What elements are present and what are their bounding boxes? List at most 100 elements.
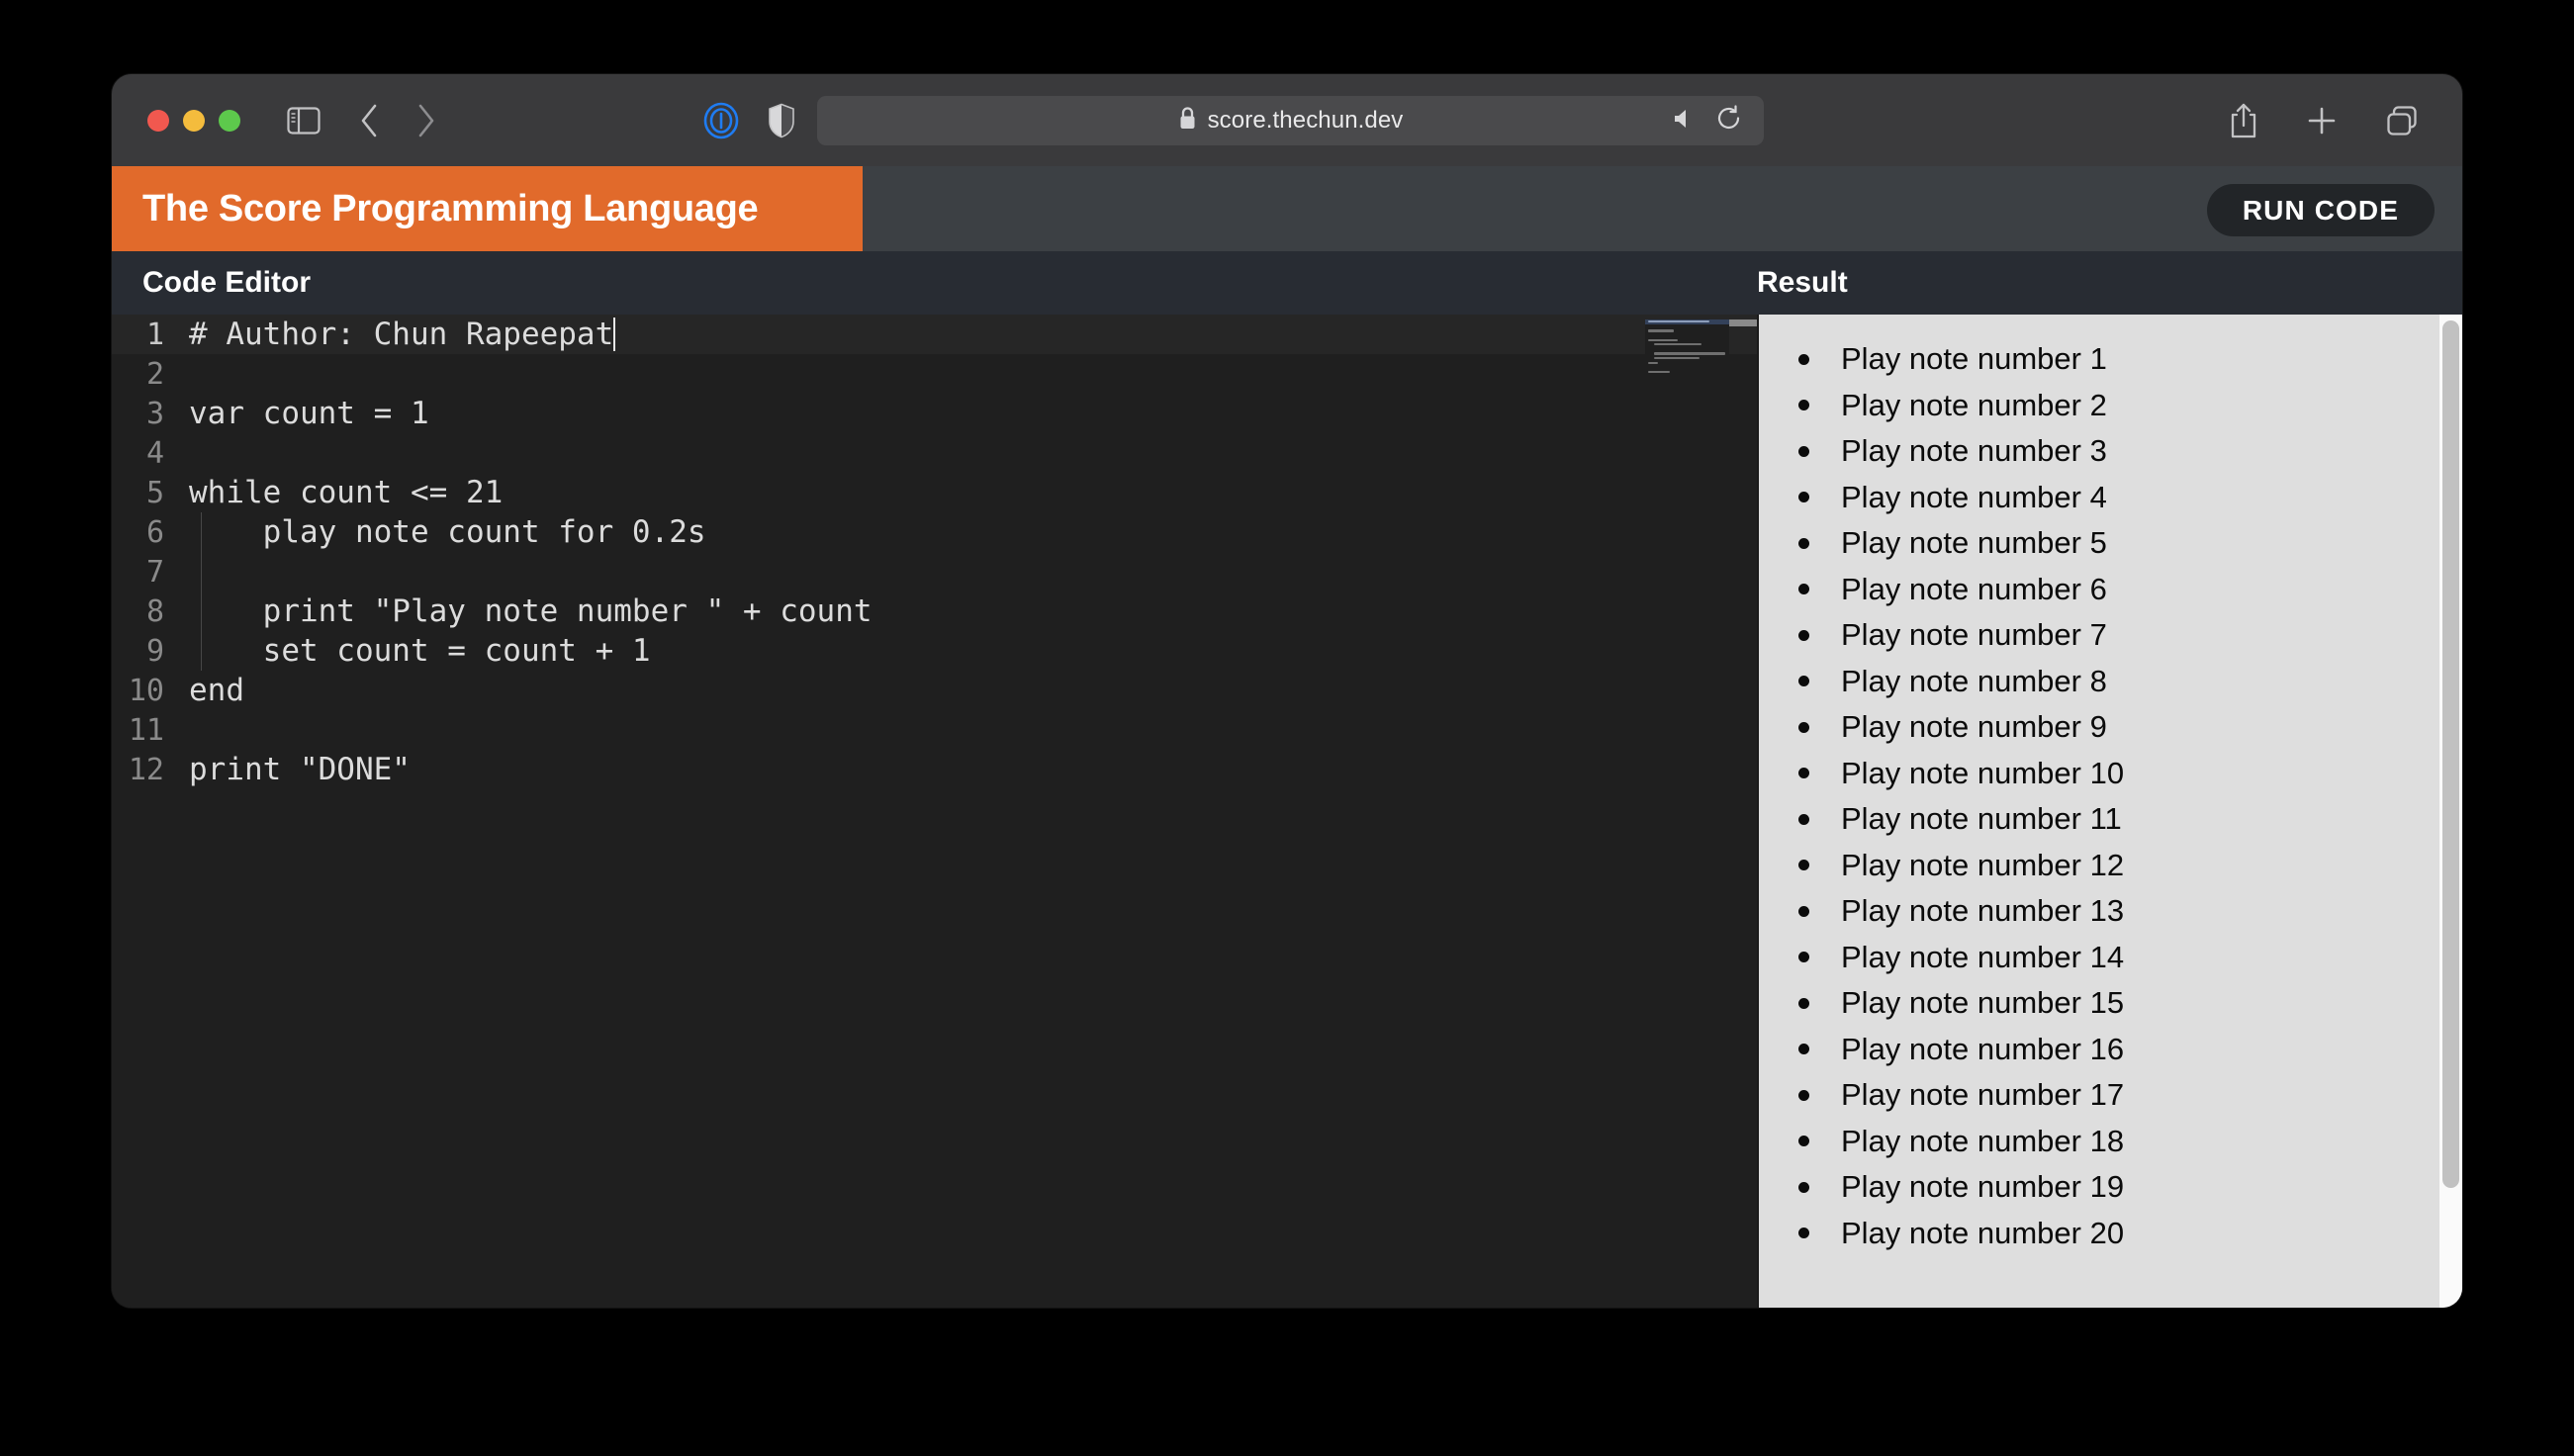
close-window-button[interactable] bbox=[147, 109, 169, 132]
sidebar-toggle-icon[interactable] bbox=[287, 106, 321, 135]
address-bar-content: score.thechun.dev bbox=[1178, 106, 1404, 136]
bullet-icon bbox=[1798, 400, 1809, 411]
result-list-item-text: Play note number 7 bbox=[1841, 617, 2107, 653]
code-line-text: while count <= 21 bbox=[189, 475, 504, 510]
result-list-item: Play note number 1 bbox=[1759, 336, 2462, 383]
result-list-item-text: Play note number 2 bbox=[1841, 387, 2107, 422]
result-list-item: Play note number 4 bbox=[1759, 475, 2462, 521]
code-line[interactable]: 8 print "Play note number " + count bbox=[112, 592, 1757, 631]
minimap-line-bar bbox=[1654, 352, 1725, 355]
result-list-item: Play note number 15 bbox=[1759, 980, 2462, 1027]
code-line-text: set count = count + 1 bbox=[189, 633, 651, 669]
result-list-item: Play note number 7 bbox=[1759, 612, 2462, 659]
line-number: 10 bbox=[128, 673, 164, 708]
bullet-icon bbox=[1798, 768, 1809, 779]
result-list-item: Play note number 18 bbox=[1759, 1119, 2462, 1165]
line-number: 2 bbox=[145, 356, 164, 392]
onepassword-icon[interactable] bbox=[702, 102, 740, 139]
line-number: 12 bbox=[128, 752, 164, 787]
result-scrollbar-thumb[interactable] bbox=[2442, 320, 2459, 1188]
code-line[interactable]: 1 # Author: Chun Rapeepat bbox=[112, 315, 1757, 354]
result-list-item: Play note number 9 bbox=[1759, 704, 2462, 751]
result-list-item-text: Play note number 17 bbox=[1841, 1077, 2125, 1113]
code-line[interactable]: 7 bbox=[112, 552, 1757, 592]
minimap-line-bar bbox=[1648, 338, 1678, 341]
minimize-window-button[interactable] bbox=[183, 109, 205, 132]
app-title-banner: The Score Programming Language bbox=[112, 166, 863, 251]
result-list-item: Play note number 13 bbox=[1759, 888, 2462, 935]
code-editor[interactable]: 1 # Author: Chun Rapeepat 2 3 var count = 1 4… bbox=[112, 315, 1757, 1308]
result-list-item-text: Play note number 11 bbox=[1841, 801, 2122, 837]
result-list-item: Play note number 19 bbox=[1759, 1164, 2462, 1211]
line-number: 8 bbox=[145, 593, 164, 629]
code-line-text: play note count for 0.2s bbox=[189, 514, 706, 550]
code-line[interactable]: 12 print "DONE" bbox=[112, 750, 1757, 789]
text-cursor bbox=[613, 318, 616, 351]
tab-overview-icon[interactable] bbox=[2385, 104, 2419, 137]
result-list-item: Play note number 12 bbox=[1759, 843, 2462, 889]
toolbar-right-actions bbox=[2229, 74, 2419, 166]
back-arrow-icon[interactable] bbox=[358, 103, 380, 138]
result-list-item-text: Play note number 8 bbox=[1841, 663, 2107, 698]
code-line[interactable]: 9 set count = count + 1 bbox=[112, 631, 1757, 671]
line-number: 7 bbox=[145, 554, 164, 590]
forward-arrow-icon[interactable] bbox=[415, 103, 437, 138]
speaker-icon[interactable] bbox=[1673, 108, 1695, 135]
code-line[interactable]: 2 bbox=[112, 354, 1757, 394]
result-list-item: Play note number 14 bbox=[1759, 935, 2462, 981]
result-heading: Result bbox=[1757, 266, 1848, 299]
code-line[interactable]: 3 var count = 1 bbox=[112, 394, 1757, 433]
shield-icon[interactable] bbox=[768, 103, 795, 138]
workspace: 1 # Author: Chun Rapeepat 2 3 var count = 1 4… bbox=[112, 315, 2462, 1308]
result-list-item: Play note number 17 bbox=[1759, 1072, 2462, 1119]
code-line-text: print "DONE" bbox=[189, 752, 411, 787]
line-number: 11 bbox=[128, 712, 164, 748]
result-list-item-text: Play note number 14 bbox=[1841, 939, 2125, 974]
bullet-icon bbox=[1798, 1136, 1809, 1147]
minimap-line-bar bbox=[1654, 343, 1701, 346]
bullet-icon bbox=[1798, 676, 1809, 687]
share-icon[interactable] bbox=[2229, 102, 2258, 139]
result-list-item: Play note number 16 bbox=[1759, 1027, 2462, 1073]
result-list-item-text: Play note number 6 bbox=[1841, 571, 2107, 606]
bullet-icon bbox=[1798, 1089, 1809, 1101]
result-list-item: Play note number 10 bbox=[1759, 751, 2462, 797]
code-line[interactable]: 10 end bbox=[112, 671, 1757, 710]
bullet-icon bbox=[1798, 584, 1809, 595]
result-panel: Play note number 1 Play note number 2 Play… bbox=[1757, 315, 2462, 1308]
indent-guide bbox=[201, 552, 202, 592]
code-line[interactable]: 5 while count <= 21 bbox=[112, 473, 1757, 512]
code-line[interactable]: 6 play note count for 0.2s bbox=[112, 512, 1757, 552]
lock-icon bbox=[1178, 106, 1197, 136]
editor-minimap[interactable] bbox=[1645, 319, 1729, 383]
reload-icon[interactable] bbox=[1716, 105, 1742, 136]
result-list-item: Play note number 8 bbox=[1759, 659, 2462, 705]
address-bar[interactable]: score.thechun.dev bbox=[817, 96, 1764, 145]
line-number: 9 bbox=[145, 633, 164, 669]
code-line[interactable]: 11 bbox=[112, 710, 1757, 750]
run-code-button[interactable]: RUN CODE bbox=[2206, 184, 2435, 236]
line-number: 1 bbox=[145, 317, 164, 352]
browser-toolbar: score.thechun.dev bbox=[112, 74, 2462, 166]
bullet-icon bbox=[1798, 353, 1809, 365]
result-list-item: Play note number 5 bbox=[1759, 520, 2462, 567]
code-line[interactable]: 4 bbox=[112, 433, 1757, 473]
url-text: score.thechun.dev bbox=[1207, 107, 1404, 134]
code-line-text: end bbox=[189, 673, 244, 708]
bullet-icon bbox=[1798, 1181, 1809, 1193]
line-number: 5 bbox=[145, 475, 164, 510]
bullet-icon bbox=[1798, 1044, 1809, 1055]
result-list-item-text: Play note number 9 bbox=[1841, 709, 2107, 745]
bullet-icon bbox=[1798, 537, 1809, 549]
result-list-item-text: Play note number 3 bbox=[1841, 433, 2107, 469]
result-list-item: Play note number 6 bbox=[1759, 567, 2462, 613]
new-tab-icon[interactable] bbox=[2307, 106, 2337, 136]
minimap-line-bar bbox=[1648, 370, 1670, 373]
maximize-window-button[interactable] bbox=[219, 109, 240, 132]
code-lines: 1 # Author: Chun Rapeepat 2 3 var count = 1 4… bbox=[112, 315, 1757, 789]
bullet-icon bbox=[1798, 629, 1809, 641]
result-scrollbar[interactable] bbox=[2439, 315, 2462, 1308]
line-number: 4 bbox=[145, 435, 164, 471]
result-list-item-text: Play note number 13 bbox=[1841, 893, 2125, 929]
editor-minimap-slider[interactable] bbox=[1729, 319, 1757, 326]
